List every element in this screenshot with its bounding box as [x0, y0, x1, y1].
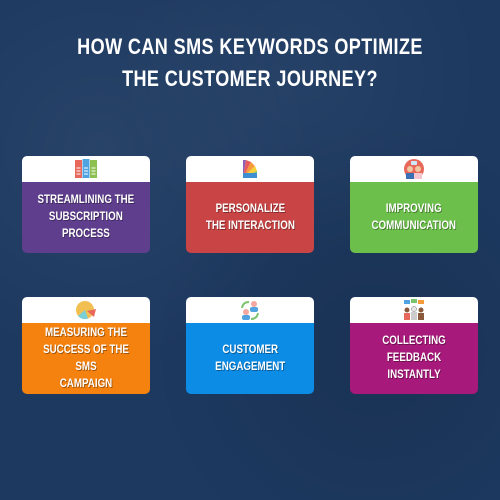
card-streamlining-subscription: STREAMLINING THE SUBSCRIPTION PROCESS — [22, 156, 150, 253]
card-header — [350, 156, 478, 182]
card-body: COLLECTING FEEDBACK INSTANTLY — [350, 323, 478, 394]
card-body: CUSTOMER ENGAGEMENT — [186, 323, 314, 394]
card-improving-communication: IMPROVING COMMUNICATION — [350, 156, 478, 253]
card-header — [350, 297, 478, 323]
card-collecting-feedback: COLLECTING FEEDBACK INSTANTLY — [350, 297, 478, 394]
pie-chart-icon — [76, 301, 96, 320]
card-header — [186, 156, 314, 182]
card-label: PERSONALIZE THE INTERACTION — [205, 202, 295, 232]
card-label: CUSTOMER ENGAGEMENT — [214, 343, 286, 373]
card-label: COLLECTING FEEDBACK INSTANTLY — [382, 335, 446, 381]
card-body: PERSONALIZE THE INTERACTION — [186, 182, 314, 253]
sms-documents-icon — [75, 159, 97, 178]
card-personalize-interaction: PERSONALIZE THE INTERACTION — [186, 156, 314, 253]
people-chat-icon — [404, 159, 424, 179]
card-body: STREAMLINING THE SUBSCRIPTION PROCESS — [22, 182, 150, 253]
card-header — [22, 156, 150, 182]
color-palette-icon — [243, 160, 257, 178]
card-header — [186, 297, 314, 323]
user-exchange-icon — [241, 301, 259, 320]
card-measuring-success: MEASURING THE SUCCESS OF THE SMS CAMPAIG… — [22, 297, 150, 394]
page-title: HOW CAN SMS KEYWORDS OPTIMIZE THE CUSTOM… — [45, 31, 455, 95]
card-label: STREAMLINING THE SUBSCRIPTION PROCESS — [37, 194, 135, 240]
title-line-2: THE CUSTOMER JOURNEY? — [122, 66, 378, 91]
card-header — [22, 297, 150, 323]
title-line-1: HOW CAN SMS KEYWORDS OPTIMIZE — [77, 34, 423, 59]
card-body: MEASURING THE SUCCESS OF THE SMS CAMPAIG… — [22, 323, 150, 394]
card-body: IMPROVING COMMUNICATION — [350, 182, 478, 253]
card-customer-engagement: CUSTOMER ENGAGEMENT — [186, 297, 314, 394]
card-label: MEASURING THE SUCCESS OF THE SMS CAMPAIG… — [43, 326, 129, 390]
card-label: IMPROVING COMMUNICATION — [371, 202, 457, 232]
group-feedback-icon — [404, 299, 424, 320]
